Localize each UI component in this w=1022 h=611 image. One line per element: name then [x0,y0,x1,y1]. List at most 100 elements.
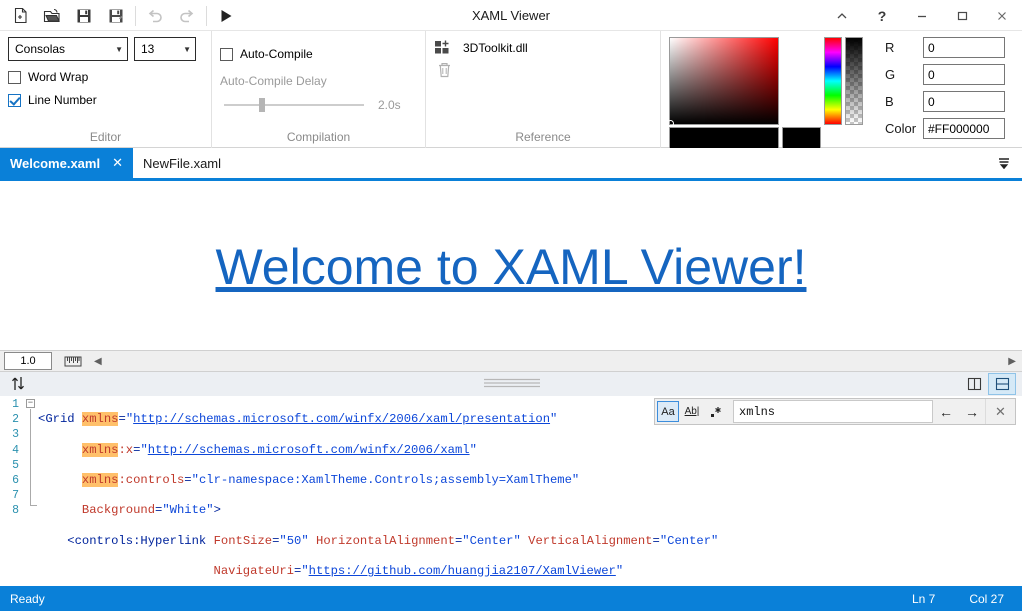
font-family-select[interactable]: Consolas ▼ [8,37,128,61]
reference-item[interactable]: 3DToolkit.dll [434,39,652,56]
ribbon: Consolas ▼ 13 ▼ Word Wrap Line Number Ed… [0,31,1022,149]
collapse-region-icon[interactable]: − [26,399,35,408]
word-wrap-checkbox[interactable]: Word Wrap [8,70,203,84]
find-next-button[interactable]: → [959,399,985,424]
saturation-value-area[interactable] [667,37,821,127]
swap-panes-icon[interactable] [10,375,26,392]
ribbon-group-title-editor: Editor [89,130,122,144]
reference-item-label: 3DToolkit.dll [463,40,528,55]
status-column: Col 27 [969,591,1004,606]
window-controls: ? [822,0,1022,31]
pane-splitter-grip[interactable] [484,378,540,389]
code-line-4: Background="White"> [81,503,221,518]
preview-hyperlink[interactable]: Welcome to XAML Viewer! [216,238,807,296]
red-input[interactable] [923,37,1005,58]
close-button[interactable] [982,0,1022,31]
slider-thumb[interactable] [259,98,265,112]
toolbar-separator-2 [206,5,207,26]
document-tab-bar: Welcome.xaml ✕ NewFile.xaml [0,148,1022,181]
line-number-checkbox[interactable]: Line Number [8,93,203,107]
green-label: G [885,67,896,82]
title-bar: XAML Viewer ? [0,0,1022,31]
color-channels: R G B Color [885,37,1005,148]
green-input[interactable] [923,64,1005,85]
find-close-button[interactable]: ✕ [985,399,1015,424]
find-previous-button[interactable]: ← [933,399,959,424]
tab-newfile-xaml[interactable]: NewFile.xaml [133,148,231,178]
blue-channel-row: B [885,91,1005,112]
find-bar: Aa Ab| ← → ✕ [654,398,1016,425]
tab-overflow-dropdown-icon[interactable] [994,153,1014,173]
scroll-left-icon[interactable]: ◀ [94,356,102,367]
line-number-gutter: 1 2 3 4 5 6 7 8 [0,396,22,586]
whole-word-label: Ab| [684,406,700,417]
run-button[interactable] [210,0,242,31]
zoom-level-input[interactable] [4,352,52,370]
tab-welcome-xaml[interactable]: Welcome.xaml ✕ [0,148,133,178]
ribbon-group-title-compilation: Compilation [286,130,351,144]
checkbox-checked-icon [8,93,21,107]
undo-button[interactable] [139,0,171,31]
saturation-value-box[interactable] [669,37,779,125]
redo-button[interactable] [171,0,203,31]
chevron-down-icon: ▼ [183,44,191,54]
code-line-5: <controls:Hyperlink FontSize="50" Horizo… [67,533,719,548]
whole-word-toggle[interactable]: Ab| [681,401,703,422]
horizontal-split-layout-button[interactable] [988,373,1016,395]
line-number: 2 [12,413,19,427]
new-file-button[interactable] [4,0,36,31]
line-number: 1 [12,398,19,411]
regex-toggle[interactable] [705,401,727,422]
auto-compile-delay-value: 2.0s [378,98,401,112]
ruler-icon[interactable] [64,355,82,368]
status-line: Ln 7 [911,591,936,606]
blue-input[interactable] [923,91,1005,112]
font-size-value: 13 [141,42,155,56]
fold-guide-line [30,409,31,505]
blue-label: B [885,94,894,109]
save-as-button[interactable] [100,0,132,31]
maximize-button[interactable] [942,0,982,31]
preview-content: Welcome to XAML Viewer! [0,184,1022,350]
sv-selector-handle[interactable] [667,120,674,127]
tab-close-icon[interactable]: ✕ [112,155,123,171]
minimize-button[interactable] [902,0,942,31]
quick-access-toolbar [4,0,242,31]
open-file-button[interactable] [36,0,68,31]
auto-compile-checkbox[interactable]: Auto-Compile [220,47,417,61]
color-label: Color [885,121,917,136]
status-position: Ln 7 Col 27 [912,592,1022,606]
alpha-slider[interactable] [845,37,863,125]
auto-compile-delay-slider[interactable] [224,98,364,112]
preview-zoom-bar: ◀ ▶ [0,350,1022,372]
code-text[interactable]: <Grid xmlns="http://schemas.microsoft.co… [38,397,1018,586]
ribbon-group-compilation: Auto-Compile Auto-Compile Delay 2.0s Com… [211,31,425,148]
match-case-toggle[interactable]: Aa [657,401,679,422]
line-number-label: Line Number [28,93,97,107]
font-size-select[interactable]: 13 ▼ [134,37,196,61]
code-line-2: xmlns:x="http://schemas.microsoft.com/wi… [81,442,477,457]
delete-reference-button[interactable] [436,61,652,79]
code-line-3: xmlns:controls="clr-namespace:XamlTheme.… [81,472,580,487]
hue-slider[interactable] [824,37,842,125]
add-reference-icon[interactable] [434,39,453,56]
vertical-split-layout-button[interactable] [960,373,988,395]
red-channel-row: R [885,37,1005,58]
app-window: XAML Viewer ? Consolas ▼ 13 ▼ Word Wrap … [0,0,1022,611]
help-icon[interactable]: ? [862,0,902,31]
status-bar: Ready Ln 7 Col 27 [0,586,1022,611]
ribbon-group-editor: Consolas ▼ 13 ▼ Word Wrap Line Number Ed… [0,31,211,148]
color-hex-input[interactable] [923,118,1005,139]
fold-guide-end [30,505,37,506]
line-number: 4 [12,443,19,457]
toolbar-separator [135,5,136,26]
find-input[interactable] [733,400,933,423]
color-picker[interactable] [667,37,863,149]
tabs: Welcome.xaml ✕ NewFile.xaml [0,148,1022,178]
word-wrap-label: Word Wrap [28,70,89,84]
save-button[interactable] [68,0,100,31]
auto-compile-delay-slider-row: 2.0s [220,98,417,112]
collapse-ribbon-button[interactable] [822,0,862,31]
scroll-right-icon[interactable]: ▶ [1008,356,1016,367]
layout-toggle-group [960,373,1016,395]
